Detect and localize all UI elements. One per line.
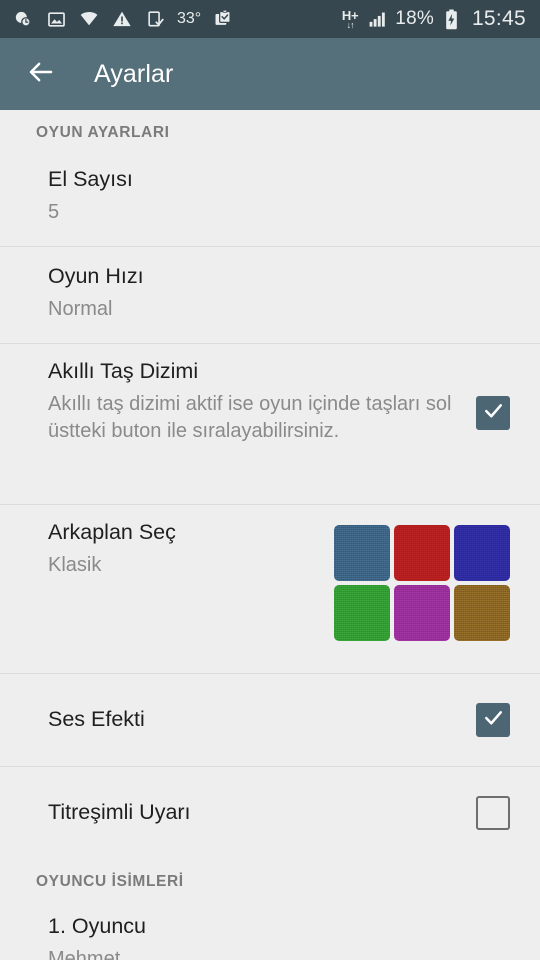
checkmark-icon	[482, 399, 505, 427]
clipboard-check-icon	[212, 8, 234, 30]
swatch-purple[interactable]	[394, 585, 450, 641]
setting-title: Oyun Hızı	[48, 264, 144, 288]
setting-title: Titreşimli Uyarı	[48, 800, 191, 825]
row-text-block: Akıllı Taş Dizimi Akıllı taş dizimi akti…	[48, 358, 476, 445]
back-arrow-icon	[26, 57, 56, 92]
setting-value: Mehmet	[48, 947, 121, 960]
setting-value: 5	[48, 200, 60, 223]
alarm-snooze-icon	[12, 8, 34, 30]
setting-row-game-speed[interactable]: Oyun Hızı Normal	[0, 247, 540, 343]
swatch-red[interactable]	[394, 525, 450, 581]
row-text-block: Oyun Hızı Normal	[48, 263, 510, 323]
setting-title: Akıllı Taş Dizimi	[48, 359, 199, 383]
setting-title: 1. Oyuncu	[48, 914, 146, 938]
settings-screen: 33° H+ ↓↑ 18% 15:45 Ayarlar OYUN AYARLAR…	[0, 0, 540, 960]
network-arrows-label: ↓↑	[346, 19, 355, 30]
swatch-brown[interactable]	[454, 585, 510, 641]
section-header-player-names: OYUNCU İSİMLERİ	[36, 873, 184, 890]
wifi-icon	[78, 8, 100, 30]
temperature-indicator: 33°	[177, 10, 202, 27]
screenshot-icon	[144, 8, 166, 30]
network-type-indicator: H+ ↓↑	[342, 9, 359, 30]
swatch-navy[interactable]	[454, 525, 510, 581]
background-swatch-grid[interactable]	[334, 525, 510, 641]
row-text-block: 1. Oyuncu Mehmet	[48, 913, 510, 960]
setting-value: Klasik	[48, 553, 102, 576]
setting-row-player-one[interactable]: 1. Oyuncu Mehmet	[0, 899, 540, 960]
swatch-blue[interactable]	[334, 525, 390, 581]
smart-tile-checkbox[interactable]	[476, 396, 510, 430]
page-title: Ayarlar	[94, 59, 174, 88]
setting-row-smart-tile-arrangement[interactable]: Akıllı Taş Dizimi Akıllı taş dizimi akti…	[0, 344, 540, 504]
row-text-block: Ses Efekti	[48, 706, 476, 734]
setting-value: Normal	[48, 297, 113, 320]
status-bar-left-icons: 33°	[12, 8, 342, 30]
sound-effect-checkbox[interactable]	[476, 703, 510, 737]
warning-icon	[111, 8, 133, 30]
status-bar: 33° H+ ↓↑ 18% 15:45	[0, 0, 540, 38]
row-text-block: El Sayısı 5	[48, 166, 510, 226]
row-text-block: Arkaplan Seç Klasik	[48, 519, 334, 579]
checkmark-icon	[482, 706, 505, 734]
battery-charging-icon	[441, 8, 463, 30]
setting-row-vibration[interactable]: Titreşimli Uyarı	[0, 767, 540, 859]
app-bar: Ayarlar	[0, 38, 540, 110]
back-button[interactable]	[18, 51, 64, 97]
setting-row-background-select[interactable]: Arkaplan Seç Klasik	[0, 505, 540, 673]
vibration-checkbox[interactable]	[476, 796, 510, 830]
section-header-game-settings: OYUN AYARLARI	[36, 124, 170, 141]
setting-description: Akıllı taş dizimi aktif ise oyun içinde …	[48, 392, 452, 442]
signal-bars-icon	[366, 8, 388, 30]
battery-percent-label: 18%	[395, 8, 434, 29]
swatch-green[interactable]	[334, 585, 390, 641]
setting-row-hand-count[interactable]: El Sayısı 5	[0, 150, 540, 246]
setting-title: El Sayısı	[48, 167, 133, 191]
setting-title: Ses Efekti	[48, 707, 145, 732]
setting-row-sound-effect[interactable]: Ses Efekti	[0, 674, 540, 766]
row-text-block: Titreşimli Uyarı	[48, 799, 476, 827]
clock-label: 15:45	[471, 7, 526, 30]
settings-list[interactable]: OYUN AYARLARI El Sayısı 5 Oyun Hızı Norm…	[0, 110, 540, 960]
setting-title: Arkaplan Seç	[48, 520, 176, 544]
picture-icon	[45, 8, 67, 30]
status-bar-right-icons: H+ ↓↑ 18% 15:45	[342, 7, 526, 31]
